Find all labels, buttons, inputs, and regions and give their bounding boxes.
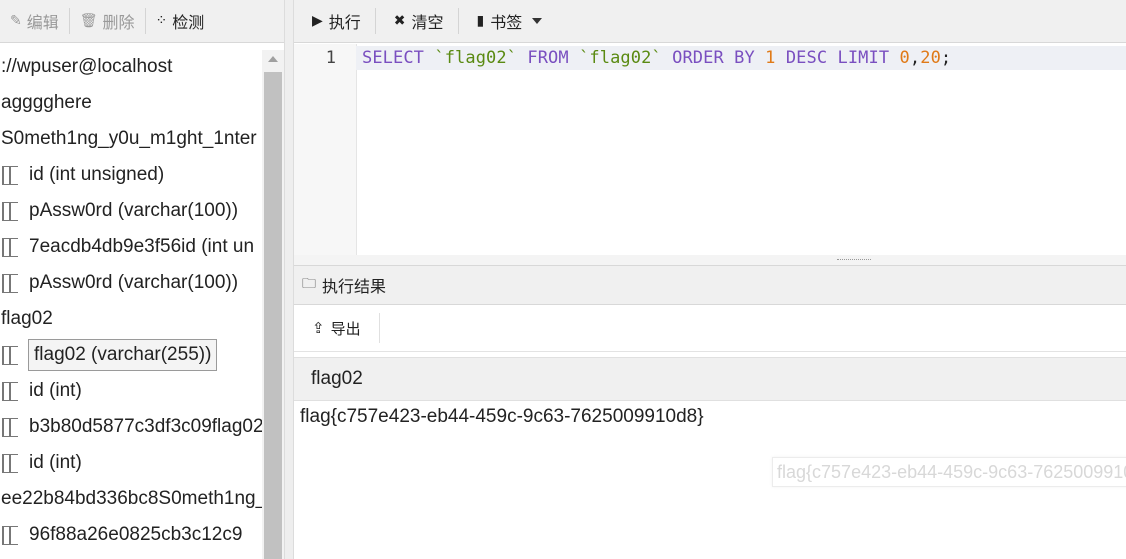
column-icon — [2, 453, 18, 473]
tree-item[interactable]: b3b80d5877c3df3c09flag02 — [0, 410, 262, 444]
tree-item-label: 7eacdb4db9e3f56id (int un — [29, 236, 255, 257]
bookmark-dropdown[interactable]: ▮ 书签 — [459, 0, 557, 42]
tree-item-label: pAssw0rd (varchar(100)) — [29, 200, 239, 221]
sql-number: 1 — [765, 48, 776, 68]
result-toolbar: ⇪ 导出 — [294, 305, 1126, 352]
tree-item-label: 96f88a26e0825cb3c12c9 — [29, 524, 243, 545]
tree-item[interactable]: flag02 (varchar(255)) — [0, 338, 218, 372]
line-number: 1 — [325, 48, 336, 68]
schema-tree: ://wpuser@localhost agggghere S0meth1ng_y0… — [0, 50, 262, 559]
sql-number: 0 — [899, 48, 910, 68]
tree-item[interactable]: ee22b84bd336bc8S0meth1ng_ — [0, 482, 262, 516]
sql-identifier: `flag02` — [579, 48, 662, 68]
upload-icon: ⇪ — [312, 319, 325, 337]
edit-button[interactable]: ✎ 编辑 — [0, 0, 69, 42]
cell-tooltip: flag{c757e423-eb44-459c-9c63-7625009910d… — [772, 457, 1126, 487]
tree-item-label: ://wpuser@localhost — [1, 56, 173, 77]
sql-keyword: SELECT — [362, 48, 425, 68]
detect-button-label: 检测 — [172, 13, 205, 32]
resize-grip — [837, 259, 871, 261]
tree-item[interactable]: pAssw0rd (varchar(100)) — [0, 194, 239, 228]
column-icon — [2, 165, 18, 185]
sql-keyword: DESC — [785, 48, 828, 68]
tree-item-label: ee22b84bd336bc8S0meth1ng_ — [1, 488, 262, 509]
sql-number: 20 — [920, 48, 941, 68]
tree-item[interactable]: agggghere — [0, 86, 93, 120]
column-icon — [2, 273, 18, 293]
inbox-icon: 🗀 — [302, 276, 316, 292]
delete-button-label: 删除 — [102, 13, 135, 32]
tree-scrollbar[interactable] — [262, 50, 284, 559]
toolbar-divider — [378, 313, 380, 343]
tree-item-label: flag02 — [1, 308, 53, 329]
tree-item-label: id (int unsigned) — [29, 164, 165, 185]
export-button[interactable]: ⇪ 导出 — [294, 305, 379, 351]
editor-gutter: 1 — [294, 44, 357, 255]
sql-toolbar: ▶ 执行 ✖ 清空 ▮ 书签 — [294, 0, 1126, 43]
result-panel-header: 🗀 执行结果 — [294, 266, 1126, 305]
tree-toolbar: ✎ 编辑 🗑 删除 ⁘ 检测 — [0, 0, 284, 43]
column-icon — [2, 381, 18, 401]
tree-item[interactable]: flag02 — [0, 302, 54, 336]
tree-item[interactable]: ://wpuser@localhost — [0, 50, 173, 84]
chevron-down-icon — [532, 18, 543, 24]
result-panel-title: 执行结果 — [322, 277, 387, 296]
column-header-label: flag02 — [311, 368, 363, 389]
sql-panel: ▶ 执行 ✖ 清空 ▮ 书签 1 SELECT `flag02` FROM `f… — [294, 0, 1126, 559]
run-button[interactable]: ▶ 执行 — [294, 0, 375, 42]
scroll-thumb[interactable] — [264, 72, 282, 559]
result-cell[interactable]: flag{c757e423-eb44-459c-9c63-7625009910d… — [300, 406, 704, 428]
tree-item[interactable]: id (int) — [0, 374, 83, 408]
play-icon: ▶ — [312, 13, 323, 29]
column-icon — [2, 201, 18, 221]
tree-item[interactable]: 7eacdb4db9e3f56id (int un — [0, 230, 255, 264]
clear-button[interactable]: ✖ 清空 — [376, 0, 458, 42]
tree-item-label: flag02 (varchar(255)) — [28, 339, 218, 371]
close-icon: ✖ — [393, 13, 406, 29]
column-icon — [2, 237, 18, 257]
spinner-icon: ⁘ — [155, 13, 168, 29]
bookmark-dropdown-label: 书签 — [490, 13, 523, 32]
tree-item-label: pAssw0rd (varchar(100)) — [29, 272, 239, 293]
sql-keyword: FROM — [527, 48, 569, 68]
clear-button-label: 清空 — [411, 13, 444, 32]
sql-code-line[interactable]: SELECT `flag02` FROM `flag02` ORDER BY 1… — [362, 48, 951, 68]
database-tree-panel: ✎ 编辑 🗑 删除 ⁘ 检测 ://wpuser@localhost aggggh… — [0, 0, 284, 559]
export-button-label: 导出 — [330, 319, 361, 338]
sql-keyword: ORDER BY — [672, 48, 755, 68]
sql-keyword: LIMIT — [837, 48, 890, 68]
tree-item-label: id (int) — [29, 380, 82, 401]
run-button-label: 执行 — [328, 13, 361, 32]
tree-item[interactable]: id (int) — [0, 446, 83, 480]
panel-splitter[interactable] — [284, 0, 294, 559]
detect-button[interactable]: ⁘ 检测 — [146, 0, 215, 42]
tree-item-label: S0meth1ng_y0u_m1ght_1nter — [1, 128, 257, 149]
sql-punctuation: ; — [940, 48, 952, 68]
editor-resize-handle[interactable] — [294, 255, 1126, 266]
tree-item[interactable]: S0meth1ng_y0u_m1ght_1nter — [0, 122, 258, 156]
column-icon — [2, 525, 18, 545]
result-column-header[interactable]: flag02 — [294, 357, 1126, 401]
tree-item-label: id (int) — [29, 452, 82, 473]
sql-identifier: `flag02` — [434, 48, 518, 68]
sql-punctuation: , — [909, 48, 921, 68]
tree-item[interactable]: 96f88a26e0825cb3c12c9 — [0, 518, 243, 552]
bookmark-icon: ▮ — [476, 13, 485, 29]
edit-icon: ✎ — [10, 13, 22, 29]
trash-icon: 🗑 — [79, 13, 98, 29]
edit-button-label: 编辑 — [26, 13, 59, 32]
tree-item-label: b3b80d5877c3df3c09flag02 — [29, 416, 262, 437]
column-icon — [2, 417, 18, 437]
sql-editor[interactable]: 1 SELECT `flag02` FROM `flag02` ORDER BY… — [294, 44, 1126, 256]
scroll-up-arrow-icon[interactable] — [268, 56, 278, 62]
tree-item-label: agggghere — [1, 92, 92, 113]
tree-item[interactable]: pAssw0rd (varchar(100)) — [0, 266, 239, 300]
tree-item[interactable]: id (int unsigned) — [0, 158, 165, 192]
column-icon — [2, 345, 18, 365]
delete-button[interactable]: 🗑 删除 — [70, 0, 145, 42]
